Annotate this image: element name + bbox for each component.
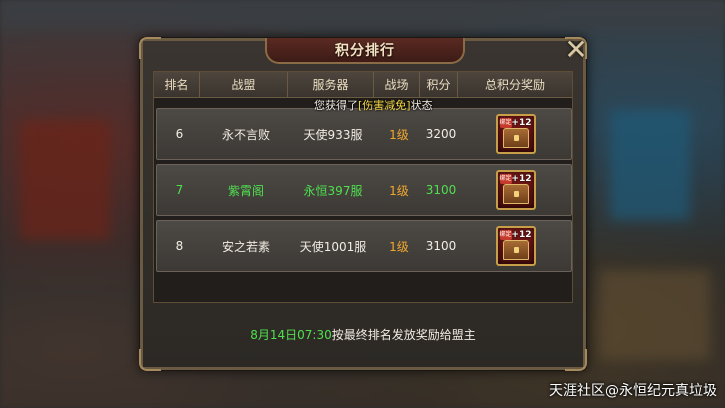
rank-cell: 6 — [175, 127, 184, 141]
background-element — [0, 0, 725, 30]
reward-chest-button[interactable]: 绑定 +12 — [495, 114, 536, 154]
background-element — [610, 110, 690, 220]
reward-plus-label: +12 — [511, 174, 532, 184]
header-guild: 战盟 — [200, 72, 288, 97]
table-row[interactable]: 8 安之若素 天使1001服 1级 3100 绑定 +12 — [156, 220, 572, 272]
table-row[interactable]: 6 永不言败 天使933服 1级 3200 绑定 +12 — [156, 108, 572, 160]
treasure-chest-icon — [502, 128, 529, 148]
header-score: 积分 — [420, 72, 458, 97]
level-cell: 1级 — [389, 183, 409, 198]
treasure-chest-icon — [502, 184, 529, 204]
header-reward: 总积分奖励 — [484, 78, 545, 92]
server-cell: 永恒397服 — [303, 183, 363, 198]
table-rows: 6 永不言败 天使933服 1级 3200 绑定 +12 7 紫霄阁 永恒397… — [156, 108, 572, 276]
reward-description: 按最终排名发放奖励给盟主 — [331, 327, 476, 342]
reward-bound-tag: 绑定 — [499, 174, 512, 184]
header-battlefield: 战场 — [374, 72, 420, 97]
close-icon: ✕ — [564, 33, 588, 66]
reward-plus-label: +12 — [511, 230, 532, 240]
notification-suffix: 状态 — [410, 99, 433, 112]
guild-cell: 紫霄阁 — [227, 183, 264, 198]
reward-bound-tag: 绑定 — [499, 230, 512, 240]
server-cell: 天使933服 — [303, 127, 363, 142]
table-header: 排名 战盟 服务器 战场 积分 总积分奖励 — [154, 72, 572, 98]
notification-buff: [伤害减免] — [358, 99, 411, 112]
watermark: 天涯社区@永恒纪元真垃圾 — [549, 383, 717, 399]
reward-cell: 绑定 +12 — [460, 221, 571, 271]
header-rank: 排名 — [154, 72, 200, 97]
header-server: 服务器 — [288, 72, 374, 97]
guild-cell: 永不言败 — [221, 127, 270, 142]
level-cell: 1级 — [389, 127, 409, 142]
server-cell: 天使1001服 — [299, 239, 367, 254]
panel-title: 积分排行 — [335, 43, 395, 59]
panel-corner-ornament — [139, 37, 161, 59]
table-row[interactable]: 7 紫霄阁 永恒397服 1级 3100 绑定 +12 — [156, 164, 572, 216]
reward-chest-button[interactable]: 绑定 +12 — [495, 170, 536, 210]
level-cell: 1级 — [389, 239, 409, 254]
rank-cell: 7 — [175, 183, 184, 197]
title-plate: 积分排行 — [265, 38, 465, 64]
reward-bound-tag: 绑定 — [499, 118, 512, 128]
notification-prefix: 您获得了 — [314, 99, 358, 112]
treasure-chest-icon — [502, 240, 529, 260]
ranking-table[interactable]: 排名 战盟 服务器 战场 积分 总积分奖励 您获得了[伤害减免]状态 6 永不言… — [153, 71, 573, 303]
reward-schedule-notice: 8月14日07:30 按最终排名发放奖励给盟主 — [153, 309, 573, 359]
reward-time: 8月14日07:30 — [250, 327, 332, 342]
rank-cell: 8 — [175, 239, 184, 253]
reward-cell: 绑定 +12 — [460, 109, 571, 159]
score-cell: 3100 — [425, 239, 457, 253]
background-element — [20, 120, 110, 240]
status-notification: 您获得了[伤害减免]状态 — [314, 97, 433, 113]
guild-cell: 安之若素 — [221, 239, 270, 254]
reward-cell: 绑定 +12 — [460, 165, 571, 215]
background-element — [600, 270, 710, 360]
reward-plus-label: +12 — [511, 118, 532, 128]
ranking-panel: 积分排行 ✕ 排名 战盟 服务器 战场 积分 总积分奖励 您获得了[伤害减免]状… — [139, 36, 588, 371]
score-cell: 3200 — [425, 127, 457, 141]
reward-chest-button[interactable]: 绑定 +12 — [495, 226, 536, 266]
close-button[interactable]: ✕ — [561, 35, 591, 65]
score-cell: 3100 — [425, 183, 457, 197]
